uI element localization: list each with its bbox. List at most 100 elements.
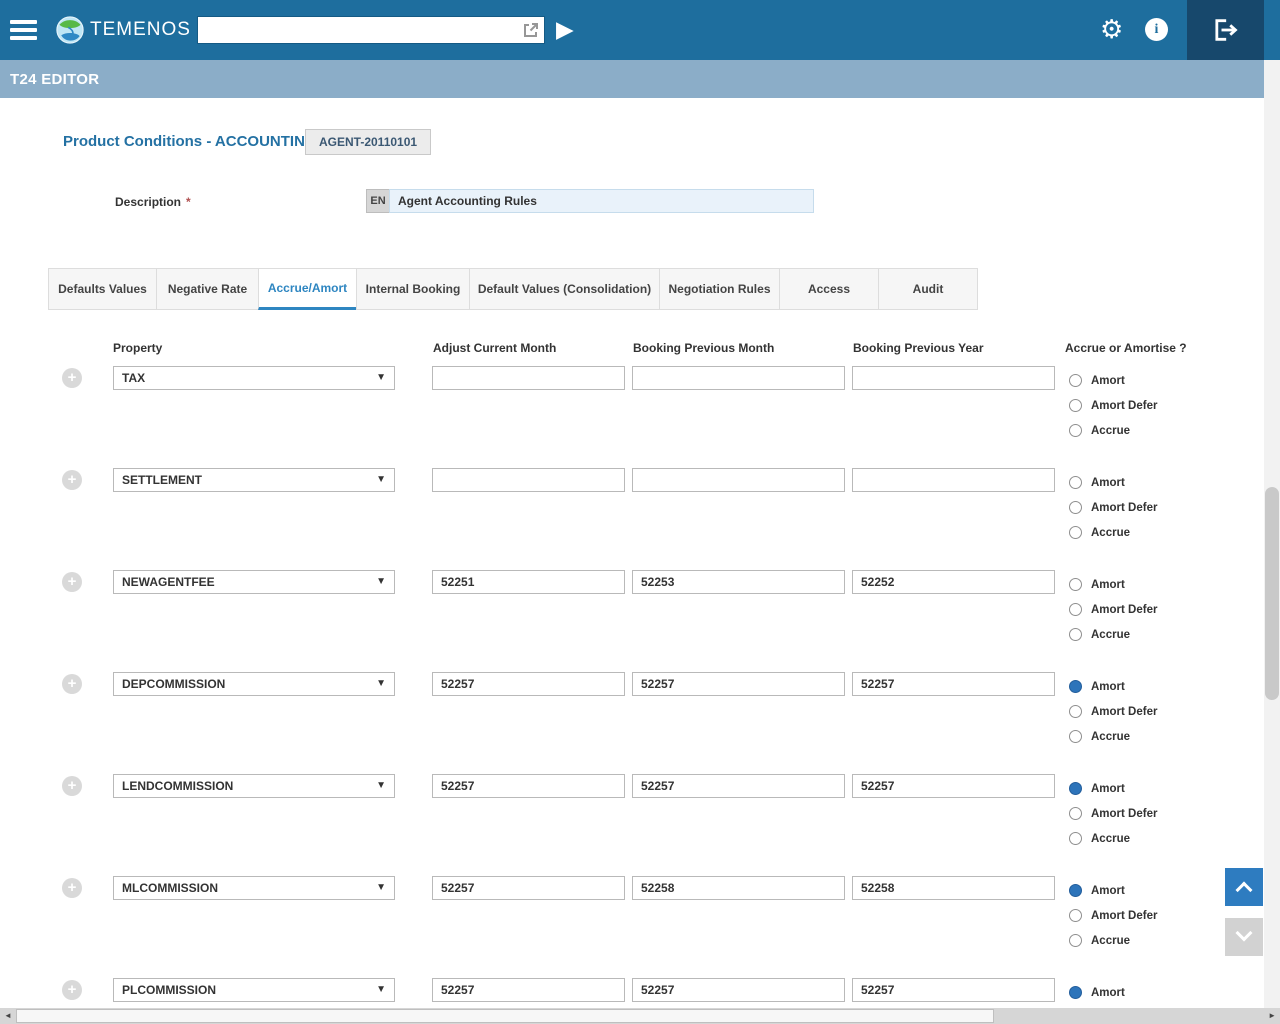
property-select[interactable]: LENDCOMMISSION ▼ [113,774,395,798]
booking-previous-month-input[interactable] [632,672,845,696]
booking-previous-year-input[interactable] [852,366,1055,390]
radio-amort-defer[interactable] [1069,603,1082,616]
radio-option-amort-defer[interactable]: Amort Defer [1069,801,1157,826]
tab-accrue-amort[interactable]: Accrue/Amort [258,268,357,310]
expand-row-button[interactable]: + [62,878,82,898]
adjust-current-month-input[interactable] [432,978,625,1002]
adjust-current-month-input[interactable] [432,366,625,390]
tab-audit[interactable]: Audit [878,268,978,310]
radio-accrue[interactable] [1069,526,1082,539]
tab-internal-booking[interactable]: Internal Booking [356,268,470,310]
radio-option-amort-defer[interactable]: Amort Defer [1069,495,1157,520]
booking-previous-month-input[interactable] [632,570,845,594]
adjust-current-month-input[interactable] [432,570,625,594]
radio-amort-defer[interactable] [1069,807,1082,820]
radio-amort[interactable] [1069,782,1082,795]
expand-row-button[interactable]: + [62,980,82,1000]
expand-row-button[interactable]: + [62,368,82,388]
expand-row-button[interactable]: + [62,572,82,592]
property-select[interactable]: NEWAGENTFEE ▼ [113,570,395,594]
run-command-button[interactable]: ▶ [556,15,574,43]
radio-option-amort[interactable]: Amort [1069,470,1157,495]
search-input[interactable] [198,17,516,43]
tab-negative-rate[interactable]: Negative Rate [156,268,259,310]
radio-amort[interactable] [1069,680,1082,693]
gear-icon[interactable]: ⚙ [1100,14,1123,44]
radio-option-accrue[interactable]: Accrue [1069,826,1157,851]
radio-amort[interactable] [1069,374,1082,387]
radio-option-accrue[interactable]: Accrue [1069,622,1157,647]
radio-option-amort[interactable]: Amort [1069,368,1157,393]
info-icon[interactable]: i [1145,18,1168,41]
booking-previous-month-input[interactable] [632,876,845,900]
expand-row-button[interactable]: + [62,674,82,694]
booking-previous-year-input[interactable] [852,774,1055,798]
property-select[interactable]: TAX ▼ [113,366,395,390]
radio-option-accrue[interactable]: Accrue [1069,724,1157,749]
radio-amort[interactable] [1069,986,1082,999]
description-input[interactable] [389,189,814,213]
expand-row-button[interactable]: + [62,776,82,796]
property-select[interactable]: DEPCOMMISSION ▼ [113,672,395,696]
radio-amort[interactable] [1069,578,1082,591]
booking-previous-year-input[interactable] [852,570,1055,594]
radio-option-amort-defer[interactable]: Amort Defer [1069,597,1157,622]
radio-option-amort-defer[interactable]: Amort Defer [1069,699,1157,724]
radio-option-accrue[interactable]: Accrue [1069,928,1157,953]
radio-amort-defer[interactable] [1069,705,1082,718]
radio-accrue[interactable] [1069,832,1082,845]
scroll-right-icon[interactable]: ► [1268,1011,1276,1020]
adjust-current-month-input[interactable] [432,672,625,696]
scroll-left-icon[interactable]: ◄ [4,1011,12,1020]
scroll-to-top-button[interactable] [1225,868,1263,906]
radio-option-amort[interactable]: Amort [1069,674,1157,699]
horizontal-scrollbar[interactable]: ◄ ► [0,1008,1280,1024]
radio-option-amort[interactable]: Amort [1069,980,1157,1005]
description-label-text: Description [115,195,181,209]
adjust-current-month-input[interactable] [432,876,625,900]
property-value: PLCOMMISSION [122,983,216,997]
booking-previous-month-input[interactable] [632,978,845,1002]
launch-icon[interactable] [521,20,541,40]
tab-negotiation-rules[interactable]: Negotiation Rules [659,268,780,310]
radio-option-amort[interactable]: Amort [1069,776,1157,801]
booking-previous-month-input[interactable] [632,366,845,390]
radio-accrue[interactable] [1069,730,1082,743]
radio-amort-defer[interactable] [1069,909,1082,922]
horizontal-scrollbar-thumb[interactable] [16,1009,994,1023]
booking-previous-year-input[interactable] [852,876,1055,900]
adjust-current-month-input[interactable] [432,774,625,798]
property-select[interactable]: MLCOMMISSION ▼ [113,876,395,900]
property-select[interactable]: PLCOMMISSION ▼ [113,978,395,1002]
vertical-scrollbar-thumb[interactable] [1265,487,1279,700]
radio-amort-defer[interactable] [1069,399,1082,412]
adjust-current-month-input[interactable] [432,468,625,492]
tab-default-values-consolidation[interactable]: Default Values (Consolidation) [469,268,660,310]
logout-button[interactable] [1187,0,1264,60]
radio-option-accrue[interactable]: Accrue [1069,418,1157,443]
expand-row-button[interactable]: + [62,470,82,490]
vertical-scrollbar[interactable] [1264,60,1280,1008]
radio-option-amort[interactable]: Amort [1069,878,1157,903]
booking-previous-year-input[interactable] [852,978,1055,1002]
radio-option-accrue[interactable]: Accrue [1069,520,1157,545]
radio-amort[interactable] [1069,884,1082,897]
radio-option-amort-defer[interactable]: Amort Defer [1069,903,1157,928]
booking-previous-year-input[interactable] [852,468,1055,492]
radio-option-amort[interactable]: Amort [1069,572,1157,597]
radio-accrue[interactable] [1069,424,1082,437]
tab-defaults-values[interactable]: Defaults Values [48,268,157,310]
radio-amort[interactable] [1069,476,1082,489]
booking-previous-year-input[interactable] [852,672,1055,696]
booking-previous-month-input[interactable] [632,774,845,798]
menu-icon[interactable] [10,16,37,43]
tab-access[interactable]: Access [779,268,879,310]
radio-option-amort-defer[interactable]: Amort Defer [1069,393,1157,418]
column-header-accrue-or-amortise: Accrue or Amortise ? [1065,341,1187,355]
radio-amort-defer[interactable] [1069,501,1082,514]
booking-previous-month-input[interactable] [632,468,845,492]
scroll-to-bottom-button[interactable] [1225,918,1263,956]
property-select[interactable]: SETTLEMENT ▼ [113,468,395,492]
radio-accrue[interactable] [1069,628,1082,641]
radio-accrue[interactable] [1069,934,1082,947]
